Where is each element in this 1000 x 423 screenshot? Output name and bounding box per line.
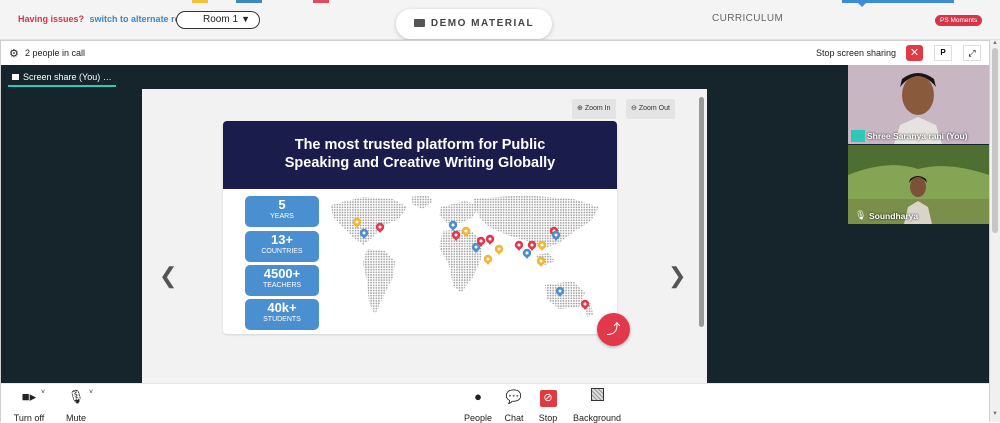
zoom-out-button[interactable]: ⊖ Zoom Out xyxy=(626,99,675,119)
ps-moments-button[interactable]: PS Moments xyxy=(935,15,983,26)
participant-name: Shree Saranya rani (You) xyxy=(867,131,968,141)
stat-label: TEACHERS xyxy=(262,282,302,289)
zoom-in-icon: ⊕ xyxy=(577,105,583,112)
stat-label: COUNTRIES xyxy=(261,248,303,255)
people-button[interactable]: ● People xyxy=(461,388,495,423)
shared-screen: ⊕ Zoom In ⊖ Zoom Out ❮ ❯ The most truste… xyxy=(142,89,707,383)
participant-tile[interactable]: 🎙 Soundharya xyxy=(848,145,989,224)
call-frame: ⚙ 2 people in call Stop screen sharing ✕… xyxy=(0,40,990,423)
demo-material-button[interactable]: DEMO MATERIAL xyxy=(396,9,552,39)
chat-button[interactable]: 💬 Chat xyxy=(501,388,527,423)
stop-sharing-button[interactable]: ✕ xyxy=(906,45,923,61)
call-header: ⚙ 2 people in call Stop screen sharing ✕… xyxy=(1,41,989,65)
previous-slide-arrow-icon[interactable]: ❮ xyxy=(159,263,177,289)
stat-value: 4500+ xyxy=(263,266,301,281)
microphone-icon: 🎙 xyxy=(67,389,85,404)
participant-name: Soundharya xyxy=(869,211,919,221)
scroll-down-arrow-icon[interactable]: ▼ xyxy=(992,411,998,417)
room-select[interactable]: Room 1 ▼ xyxy=(176,11,260,29)
next-slide-arrow-icon[interactable]: ❯ xyxy=(668,263,686,289)
background-button[interactable]: Background xyxy=(569,388,625,423)
stat-students: 40k+ STUDENTS xyxy=(245,299,319,330)
top-bar: Having issues? switch to alternate room … xyxy=(0,0,1000,40)
stat-teachers: 4500+ TEACHERS xyxy=(245,265,319,296)
people-count: 2 people in call xyxy=(25,48,86,58)
video-stage: Screen share (You) … ⊕ Zoom In ⊖ Zoom Ou… xyxy=(1,65,989,383)
zoom-out-label: Zoom Out xyxy=(638,105,670,112)
screen-share-tab[interactable]: Screen share (You) … xyxy=(8,69,116,87)
call-controls: ■▸ Turn off ˅ 🎙 Mute ˅ ● People 💬 Chat ⊘… xyxy=(1,383,989,423)
share-icon[interactable]: ⤴ xyxy=(597,313,630,346)
stat-value: 40k+ xyxy=(267,300,297,315)
issues-text: Having issues? xyxy=(18,14,85,24)
participant-tile[interactable]: Shree Saranya rani (You) xyxy=(848,65,989,144)
demo-material-label: DEMO MATERIAL xyxy=(430,18,535,29)
monitor-icon xyxy=(12,74,19,80)
camera-options-chevron-icon[interactable]: ˅ xyxy=(41,389,45,396)
issues-notice: Having issues? switch to alternate room xyxy=(18,14,194,24)
scroll-up-arrow-icon[interactable]: ▲ xyxy=(992,40,998,46)
microphone-icon: 🎙 xyxy=(855,210,867,220)
zoom-in-label: Zoom In xyxy=(584,105,611,112)
stat-countries: 13+ COUNTRIES xyxy=(245,231,319,262)
stat-value: 5 xyxy=(278,197,286,212)
stop-share-icon: ⊘ xyxy=(535,388,561,407)
scrollbar-thumb[interactable] xyxy=(992,48,998,233)
expand-icon[interactable]: ⤢ xyxy=(963,45,981,61)
page-scrollbar[interactable]: ▲ ▼ xyxy=(990,40,1000,422)
presentation-slide: The most trusted platform for Public Spe… xyxy=(223,121,617,334)
chat-bubble-icon: 💬 xyxy=(505,389,523,404)
world-map xyxy=(331,195,599,317)
zoom-out-icon: ⊖ xyxy=(631,105,637,112)
background-icon xyxy=(569,388,625,405)
caret-down-icon: ▼ xyxy=(241,14,250,24)
gear-icon[interactable]: ⚙ xyxy=(9,47,19,60)
slide-scrollbar[interactable] xyxy=(699,97,704,327)
stop-share-button[interactable]: ⊘ Stop xyxy=(535,388,561,423)
stop-sharing-label: Stop screen sharing xyxy=(816,48,897,58)
stat-label: STUDENTS xyxy=(263,316,301,323)
more-options-icon[interactable]: … xyxy=(103,72,112,82)
pip-button[interactable]: P xyxy=(934,45,952,61)
decor-stripe xyxy=(192,0,208,3)
stat-label: YEARS xyxy=(270,213,294,220)
decor-stripe xyxy=(236,0,262,3)
slide-title-line-2: Speaking and Creative Writing Globally xyxy=(284,155,556,171)
stat-years: 5 YEARS xyxy=(245,196,319,227)
screen-share-tab-label: Screen share (You) xyxy=(23,72,101,82)
mute-button[interactable]: 🎙 Mute xyxy=(63,388,89,423)
slide-title: The most trusted platform for Public Spe… xyxy=(223,121,617,189)
person-icon: ● xyxy=(474,389,482,404)
decor-stripe xyxy=(313,0,329,3)
ps-moments-label: PS Moments xyxy=(940,17,978,24)
slide-title-line-1: The most trusted platform for Public xyxy=(294,137,546,153)
folder-icon xyxy=(413,19,425,27)
screen-share-badge-icon xyxy=(851,130,865,142)
active-tab-indicator xyxy=(842,0,954,7)
zoom-in-button[interactable]: ⊕ Zoom In xyxy=(572,99,616,119)
stat-value: 13+ xyxy=(270,232,294,247)
tab-curriculum[interactable]: CURRICULUM xyxy=(712,13,783,24)
room-select-value: Room 1 xyxy=(203,14,239,25)
mic-options-chevron-icon[interactable]: ˅ xyxy=(89,389,93,396)
